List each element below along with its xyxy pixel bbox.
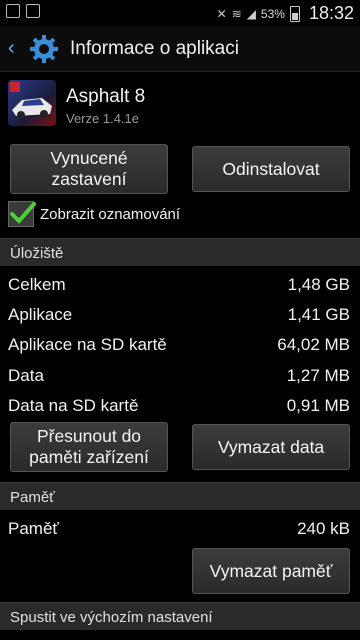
wifi-icon: ≋ bbox=[231, 6, 242, 21]
image-notification-icon bbox=[26, 4, 40, 18]
storage-row-app-sd: Aplikace na SD kartě 64,02 MB bbox=[8, 335, 350, 354]
mute-icon: ✕ bbox=[216, 6, 227, 21]
storage-row-data: Data 1,27 MB bbox=[8, 366, 350, 385]
storage-row-total: Celkem 1,48 GB bbox=[8, 275, 350, 294]
storage-section-header: Úložiště bbox=[0, 238, 360, 266]
settings-gear-icon[interactable] bbox=[28, 33, 60, 65]
clear-data-button[interactable]: Vymazat data bbox=[192, 424, 350, 470]
memory-row: Paměť 240 kB bbox=[8, 519, 350, 538]
action-bar: ‹ Informace o aplikaci bbox=[0, 26, 360, 72]
memory-section-header: Paměť bbox=[0, 482, 360, 510]
back-chevron-icon[interactable]: ‹ bbox=[8, 38, 15, 58]
screen-title: Informace o aplikaci bbox=[70, 38, 239, 59]
signal-icon: ◢ bbox=[246, 6, 256, 21]
app-name: Asphalt 8 bbox=[66, 86, 146, 107]
storage-row-app: Aplikace 1,41 GB bbox=[8, 305, 350, 324]
race-car-icon bbox=[10, 82, 52, 119]
show-notifications-row[interactable]: Zobrazit oznamování bbox=[8, 200, 180, 228]
show-notifications-label: Zobrazit oznamování bbox=[40, 205, 181, 223]
force-stop-button[interactable]: Vynucené zastavení bbox=[10, 144, 168, 194]
show-notifications-checkbox[interactable] bbox=[8, 201, 36, 227]
storage-row-data-sd: Data na SD kartě 0,91 MB bbox=[8, 396, 350, 415]
status-bar: ✕ ≋ ◢ 53% 18:32 bbox=[0, 0, 360, 26]
clear-memory-button[interactable]: Vymazat paměť bbox=[192, 548, 350, 594]
app-version: Verze 1.4.1e bbox=[66, 111, 139, 126]
checkmark-icon bbox=[10, 202, 36, 224]
clock: 18:32 bbox=[308, 3, 354, 23]
battery-percent: 53% bbox=[260, 6, 285, 21]
app-icon bbox=[8, 80, 56, 126]
notification-icon bbox=[6, 4, 20, 18]
launch-default-section-header: Spustit ve výchozím nastavení bbox=[0, 602, 360, 630]
uninstall-button[interactable]: Odinstalovat bbox=[192, 146, 350, 192]
move-to-device-button[interactable]: Přesunout do paměti zařízení bbox=[10, 422, 168, 472]
battery-icon bbox=[289, 5, 300, 22]
